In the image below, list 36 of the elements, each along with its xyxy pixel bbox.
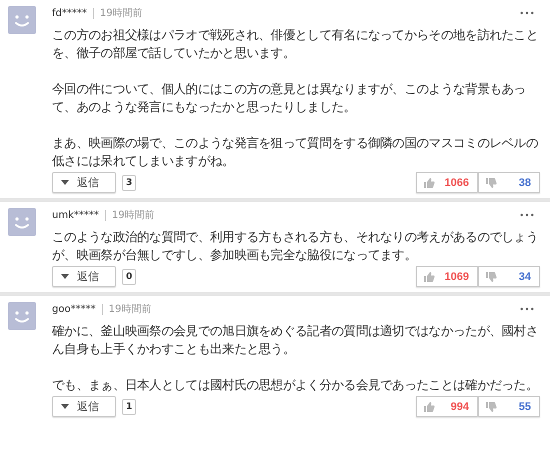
thumbs-down-icon xyxy=(485,400,497,412)
comment-text: このような政治的な質問で、利用する方もされる方も、それなりの考えがあるのでしょうが、映画祭が台無しですし、参加映画も完全な脇役になってます。 xyxy=(52,228,540,264)
user-name[interactable]: goo***** xyxy=(52,304,103,314)
comment-text: でも、まぁ、日本人としては國村氏の思想がよく分かる会見であったことは確かだった。 xyxy=(52,376,540,394)
dislike-button[interactable]: 55 xyxy=(478,396,540,417)
post-time: 19時間前 xyxy=(110,208,155,222)
reply-count: 3 xyxy=(122,174,136,190)
post-time: 19時間前 xyxy=(108,302,152,316)
comment-text: 今回の件について、個人的にはこの方の意見とは異なりますが、このような背景もあって、あのような発言にもなったかと思ったりしました。 xyxy=(52,80,527,116)
more-icon[interactable] xyxy=(520,307,534,311)
more-icon[interactable] xyxy=(520,213,534,217)
avatar-icon xyxy=(8,6,36,34)
reply-button[interactable]: 返信 xyxy=(52,396,116,417)
more-icon[interactable] xyxy=(520,11,534,15)
user-name[interactable]: umk***** xyxy=(52,210,106,220)
thumbs-up-icon xyxy=(423,270,435,282)
avatar-icon xyxy=(8,208,36,236)
reply-button[interactable]: 返信 xyxy=(52,266,116,287)
comment-text: 確かに、釜山映画祭の会見での旭日旗をめぐる記者の質問は適切ではなかったが、國村さん自身も上手くかわすことも出来たと思う。 xyxy=(52,322,540,358)
avatar-icon xyxy=(8,302,36,330)
thumbs-up-icon xyxy=(423,176,435,188)
reply-count: 0 xyxy=(122,268,136,284)
post-time: 19時間前 xyxy=(98,6,143,20)
user-name[interactable]: fd***** xyxy=(52,8,94,18)
caret-icon xyxy=(61,180,69,185)
thumbs-up-icon xyxy=(423,400,435,412)
comment-text: まあ、映画際の場で、このような発言を狙って質問をする御隣の国のマスコミのレベルの低さには呆れてしまいますがね。 xyxy=(52,134,540,170)
thumbs-down-icon xyxy=(485,270,497,282)
thumbs-down-icon xyxy=(485,176,497,188)
dislike-button[interactable]: 38 xyxy=(478,172,540,193)
reply-count: 1 xyxy=(122,398,136,414)
reply-button[interactable]: 返信 xyxy=(52,172,116,193)
caret-icon xyxy=(61,274,69,279)
caret-icon xyxy=(61,404,69,409)
dislike-button[interactable]: 34 xyxy=(478,266,540,287)
comment-text: この方のお祖父様はパラオで戦死され、俳優として有名になってからその地を訪れたことを、徹子の部屋で話していたかと思います。 xyxy=(52,26,540,62)
